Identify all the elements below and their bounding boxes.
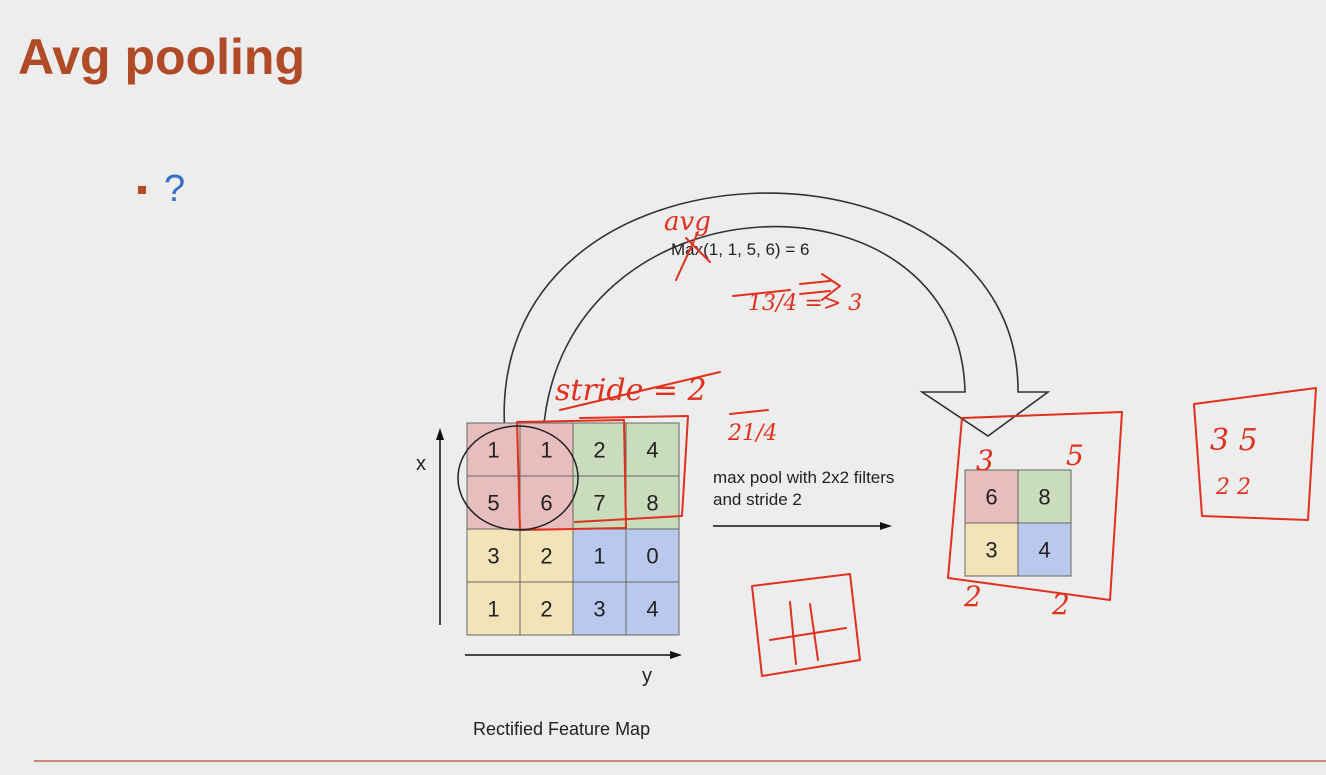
footer-rule [34,760,1326,762]
ink-out-bottom-left: 2 [963,580,982,613]
grid-cell-value: 6 [540,490,552,515]
scribble-grid [751,573,861,677]
grid-cell-value: 7 [593,490,605,515]
ink-frac-13-4: 13/4 => 3 [748,291,862,316]
grid-cell-value: 2 [540,596,552,621]
grid-cell-value: 5 [487,490,499,515]
arrow-label-line2: and stride 2 [713,490,802,509]
grid-cell-value: 1 [487,596,499,621]
grid-cell-value: 1 [487,437,499,462]
ink-out-top-left: 3 [976,444,994,477]
x-axis-label: x [416,453,426,475]
ink-frac-21-4: 21/4 [727,421,777,446]
fraction-bar-21-4 [729,409,769,415]
grid-cell-value: 2 [593,437,605,462]
output-grid: 6 8 3 4 [964,469,1072,577]
x-axis-arrowhead-icon [436,428,444,440]
grid-cell-value: 3 [985,537,997,562]
grid-cell-value: 6 [985,484,997,509]
arrow-label-line1: max pool with 2x2 filters [713,468,894,487]
grid-cell-value: 0 [646,543,658,568]
grid-cell-value: 3 [487,543,499,568]
grid-cell-value: 8 [646,490,658,515]
diagram-caption: Rectified Feature Map [473,719,650,739]
grid-cell-value: 4 [646,596,658,621]
grid-cell-value: 3 [593,596,605,621]
ink-box-row2: 2 2 [1215,475,1251,500]
grid-cell-value: 1 [540,437,552,462]
grid-cell-value: 4 [1038,537,1050,562]
y-axis-label: y [642,665,652,687]
pool-arrow-head-icon [880,522,892,530]
ink-avg: avg [664,207,711,237]
y-axis-arrowhead-icon [670,651,682,659]
grid-cell-value: 1 [593,543,605,568]
ink-out-bottom-right: 2 [1051,588,1070,621]
grid-cell-value: 8 [1038,484,1050,509]
grid-cell-value: 2 [540,543,552,568]
ink-out-top-right: 5 [1066,439,1084,472]
grid-cell-value: 4 [646,437,658,462]
pooling-diagram: 1 1 2 45 6 7 83 2 1 01 2 3 4 6 83 4 x y Rectified Feat… [416,192,1317,739]
ink-box-row1: 3 5 [1210,423,1258,458]
ink-stride: stride = 2 [555,373,707,408]
